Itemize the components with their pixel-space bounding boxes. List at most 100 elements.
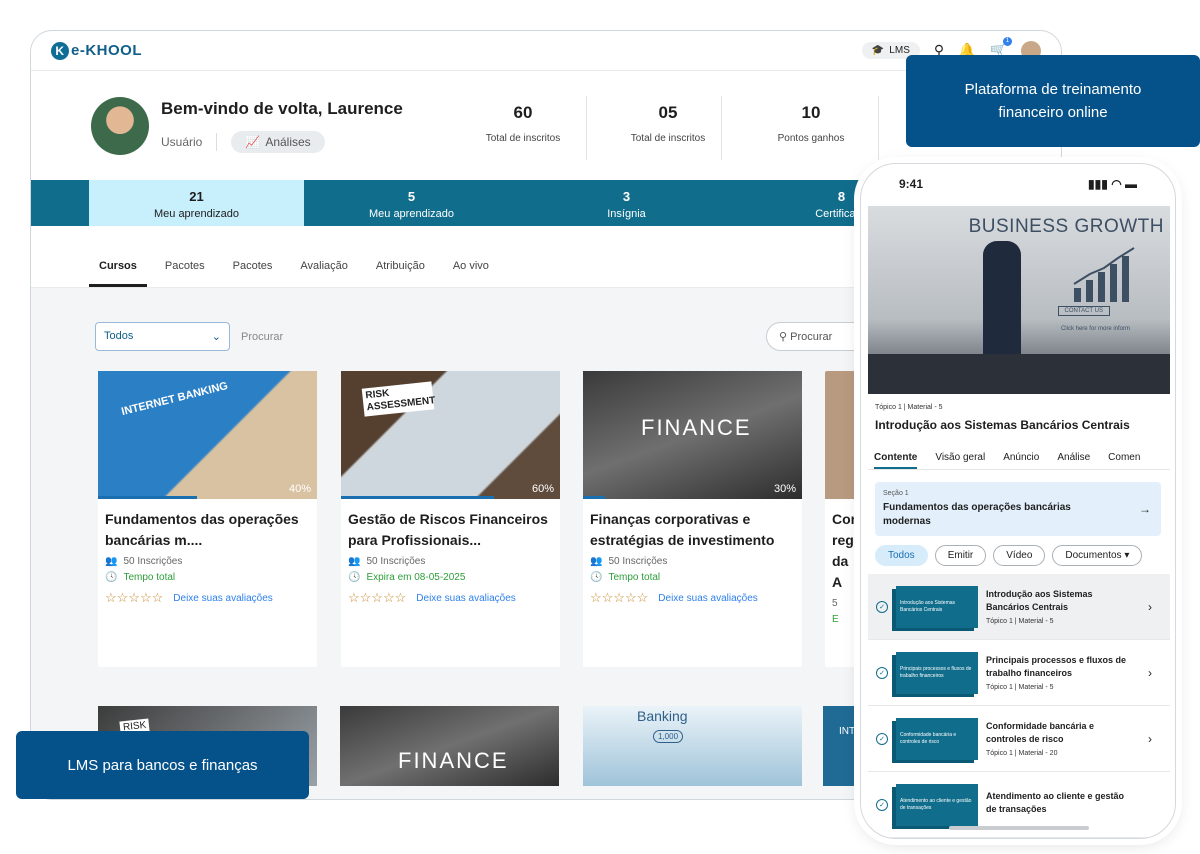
logo[interactable]: K e-KHOOL <box>51 41 142 60</box>
cart-badge: 1 <box>1003 37 1012 46</box>
check-icon: ✓ <box>876 600 888 613</box>
rating[interactable]: ☆☆☆☆☆ Deixe suas avaliações <box>341 583 560 606</box>
tab-assessment[interactable]: Avaliação <box>300 226 348 287</box>
tab-packages[interactable]: Pacotes <box>165 226 205 287</box>
thumbnail-text: FINANCE <box>398 748 509 773</box>
list-item[interactable]: ✓ Introdução aos Sistemas Bancários Cent… <box>868 574 1170 640</box>
stat-label: Pontos ganhos <box>777 133 845 144</box>
filter-documents[interactable]: Documentos ▾ <box>1052 545 1143 566</box>
summary-count: 5 <box>407 189 416 204</box>
hero-subtext: Click here for more inform <box>1060 326 1130 332</box>
item-thumbnail: Conformidade bancária e controles de ris… <box>896 717 978 760</box>
time-text: Tempo total <box>123 572 176 583</box>
topic-meta: Tópico 1 | Material - 5 <box>875 404 943 411</box>
graduation-cap-icon: 🎓 <box>871 45 885 56</box>
profile-avatar <box>91 97 149 155</box>
material-list: ✓ Introdução aos Sistemas Bancários Cent… <box>868 574 1170 838</box>
course-card[interactable]: Banking 1,000 <box>583 706 802 786</box>
filter-issue[interactable]: Emitir <box>934 545 987 566</box>
rate-link[interactable]: Deixe suas avaliações <box>658 593 758 604</box>
thumbnail-text: INTERNET BANKING <box>120 379 230 419</box>
course-expiry: 🕓 Expira em 08-05-2025 <box>341 567 560 583</box>
filter-all[interactable]: Todos <box>875 545 928 566</box>
mobile-mockup: 9:41 ▮▮▮ ◠ ▬ BUSINESS GROWTH CONTACT US … <box>860 163 1176 839</box>
course-card[interactable]: RISK ASSESSMENT 60% Gestão de Riscos Fin… <box>341 371 560 667</box>
clock-icon: 🕓 <box>590 572 603 583</box>
summary-tab-learning[interactable]: 21 Meu aprendizado <box>89 180 304 233</box>
item-thumbnail: Principais processos e fluxos de trabalh… <box>896 651 978 694</box>
course-title: Fundamentos das operações bancárias m...… <box>105 511 299 548</box>
callout-platform: Plataforma de treinamento financeiro onl… <box>906 55 1200 147</box>
signal-wifi-battery-icon: ▮▮▮ ◠ ▬ <box>1088 177 1137 191</box>
tab-live[interactable]: Ao vivo <box>453 226 489 287</box>
stat-value: 60 <box>513 103 533 122</box>
enrollments: 👥 50 Inscrições <box>98 551 317 567</box>
users-icon: 👥 <box>590 556 603 567</box>
stat-points: 10 Pontos ganhos <box>751 103 871 144</box>
course-thumbnail: INTERNET BANKING 40% <box>98 371 317 499</box>
course-card[interactable]: INTERNET BANKING 40% Fundamentos das ope… <box>98 371 317 667</box>
course-title: Introdução aos Sistemas Bancários Centra… <box>875 418 1130 432</box>
logo-text: e-KHOOL <box>71 42 142 59</box>
tab-courses[interactable]: Cursos <box>89 226 147 287</box>
item-meta: Tópico 1 | Material - 5 <box>986 684 1054 691</box>
enrollments-text: 50 Inscrições <box>123 556 183 567</box>
rating[interactable]: ☆☆☆☆☆ Deixe suas avaliações <box>583 583 802 606</box>
time-text: E <box>832 614 839 625</box>
course-card-partial[interactable]: INT <box>823 706 863 786</box>
course-time: 🕓 Tempo total <box>98 567 317 583</box>
status-time: 9:41 <box>899 177 924 191</box>
check-icon: ✓ <box>876 732 888 745</box>
summary-label: Insígnia <box>607 208 646 220</box>
tab-announcement[interactable]: Anúncio <box>1003 446 1039 469</box>
section-card[interactable]: Seção 1 Fundamentos das operações bancár… <box>875 482 1161 536</box>
course-title: Gestão de Riscos Financeiros para Profis… <box>348 511 548 548</box>
logo-icon: K <box>51 41 69 60</box>
list-item[interactable]: ✓ Conformidade bancária e controles de r… <box>868 706 1170 772</box>
course-card[interactable]: FINANCE <box>340 706 559 786</box>
item-thumbnail: Atendimento ao cliente e gestão de trans… <box>896 783 978 826</box>
course-hero-image: BUSINESS GROWTH CONTACT US Click here fo… <box>868 206 1170 394</box>
tab-packages-2[interactable]: Pacotes <box>233 226 273 287</box>
analytics-button[interactable]: 📈 Análises <box>231 131 325 153</box>
stat-divider <box>878 96 879 160</box>
item-title: Conformidade bancária e controles de ris… <box>986 721 1095 744</box>
item-title: Introdução aos Sistemas Bancários Centra… <box>986 589 1093 612</box>
tab-comments[interactable]: Comen <box>1108 446 1140 469</box>
progress-bar <box>98 496 197 499</box>
list-item[interactable]: ✓ Principais processos e fluxos de traba… <box>868 640 1170 706</box>
tab-overview[interactable]: Visão geral <box>935 446 985 469</box>
filter-select[interactable]: Todos ⌄ <box>95 322 230 351</box>
course-thumbnail <box>825 371 865 499</box>
tab-assignment[interactable]: Atribuição <box>376 226 425 287</box>
course-card-partial[interactable]: Con regu da A 5 E <box>825 371 865 667</box>
course-card[interactable]: FINANCE 30% Finanças corporativas e estr… <box>583 371 802 667</box>
tab-analysis[interactable]: Análise <box>1057 446 1090 469</box>
users-icon: 👥 <box>348 556 361 567</box>
lms-label: LMS <box>889 45 910 56</box>
enrollments: 👥 50 Inscrições <box>583 551 802 567</box>
rate-link[interactable]: Deixe suas avaliações <box>416 593 516 604</box>
stat-total-enrolled: 60 Total de inscritos <box>463 103 583 144</box>
rating[interactable]: ☆☆☆☆☆ Deixe suas avaliações <box>98 583 317 606</box>
tab-content[interactable]: Contente <box>874 446 918 469</box>
stat-label: Total de inscritos <box>485 133 561 144</box>
time-text: Expira em 08-05-2025 <box>366 572 466 583</box>
status-bar: 9:41 ▮▮▮ ◠ ▬ <box>861 164 1175 204</box>
summary-tab-learning-2[interactable]: 5 Meu aprendizado <box>304 180 519 226</box>
course-time: E <box>825 609 865 625</box>
section-label: Seção 1 <box>883 490 909 497</box>
search-icon: ⚲ <box>779 331 788 343</box>
item-title: Atendimento ao cliente e gestão de trans… <box>986 790 1125 814</box>
progress-bar <box>341 496 495 499</box>
rate-link[interactable]: Deixe suas avaliações <box>173 593 273 604</box>
summary-tab-badge[interactable]: 3 Insígnia <box>519 180 734 226</box>
thumbnail-subtext: 1,000 <box>653 730 684 743</box>
check-icon: ✓ <box>876 666 888 679</box>
thumbnail-text: Banking <box>637 708 688 724</box>
home-indicator <box>949 826 1089 830</box>
stat-divider <box>721 96 722 160</box>
item-meta: Tópico 1 | Material - 5 <box>986 618 1054 625</box>
filter-video[interactable]: Vídeo <box>993 545 1046 566</box>
course-thumbnail: FINANCE 30% <box>583 371 802 499</box>
